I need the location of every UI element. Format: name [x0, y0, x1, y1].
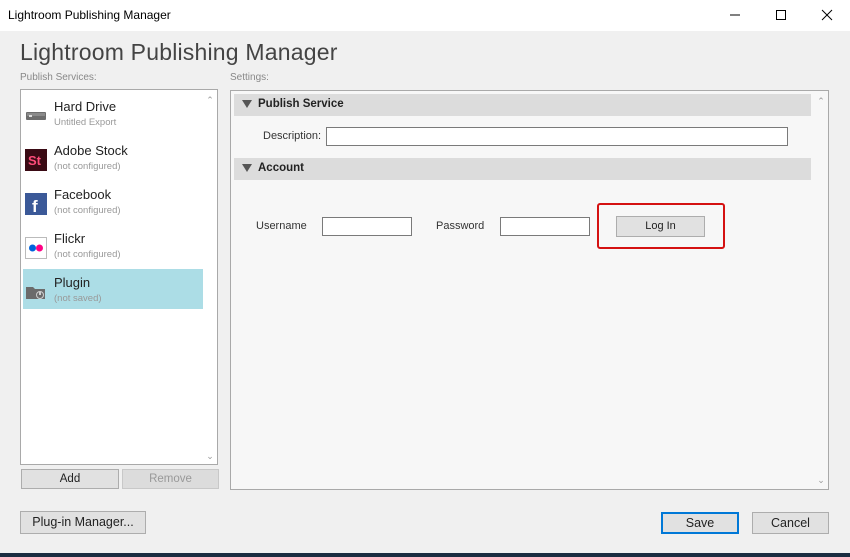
password-field[interactable] [500, 217, 590, 236]
svg-text:f: f [32, 197, 38, 215]
service-name: Adobe Stock [54, 143, 128, 158]
collapse-triangle-icon [242, 100, 252, 108]
window-title: Lightroom Publishing Manager [8, 8, 171, 22]
service-item-flickr[interactable]: Flickr (not configured) [23, 225, 203, 265]
cancel-button[interactable]: Cancel [752, 512, 829, 534]
service-item-facebook[interactable]: f Facebook (not configured) [23, 181, 203, 221]
facebook-icon: f [25, 193, 47, 216]
settings-panel: Publish Service Description: Account Use… [230, 90, 829, 490]
save-button[interactable]: Save [661, 512, 739, 534]
minimize-icon [730, 14, 740, 16]
description-label: Description: [263, 130, 322, 142]
flickr-icon [25, 237, 47, 259]
log-in-button[interactable]: Log In [616, 216, 705, 237]
service-name: Flickr [54, 231, 86, 246]
maximize-button[interactable] [758, 0, 804, 31]
publish-services-list[interactable]: Hard Drive Untitled Export St Adobe Stoc… [20, 89, 218, 465]
account-heading: Account [258, 162, 304, 174]
username-field[interactable] [322, 217, 412, 236]
publish-service-group-header[interactable]: Publish Service [234, 94, 811, 116]
service-status: Untitled Export [54, 117, 117, 128]
plugin-folder-icon [25, 281, 47, 303]
svg-text:St: St [28, 153, 42, 168]
account-group-header[interactable]: Account [234, 158, 811, 180]
scroll-up-icon[interactable]: ⌃ [204, 95, 216, 105]
scroll-up-icon[interactable]: ⌃ [815, 96, 827, 106]
hard-drive-icon [25, 105, 47, 127]
service-item-plugin[interactable]: Plugin (not saved) [23, 269, 203, 309]
plugin-manager-button[interactable]: Plug-in Manager... [20, 511, 146, 534]
close-icon [821, 9, 833, 21]
password-label: Password [436, 220, 485, 232]
scroll-down-icon[interactable]: ⌄ [815, 475, 827, 485]
service-status: (not configured) [54, 205, 121, 216]
minimize-button[interactable] [712, 0, 758, 31]
adobe-stock-icon: St [25, 149, 47, 171]
service-name: Plugin [54, 275, 91, 290]
service-item-adobe-stock[interactable]: St Adobe Stock (not configured) [23, 137, 203, 177]
service-status: (not saved) [54, 293, 102, 304]
username-label: Username [256, 220, 307, 232]
dialog-title: Lightroom Publishing Manager [20, 39, 338, 65]
service-status: (not configured) [54, 249, 121, 260]
service-name: Facebook [54, 187, 112, 202]
description-field[interactable] [326, 127, 788, 146]
service-name: Hard Drive [54, 99, 117, 114]
taskbar-edge [0, 553, 850, 557]
service-status: (not configured) [54, 161, 121, 172]
settings-label: Settings: [230, 72, 269, 83]
scroll-down-icon[interactable]: ⌄ [204, 451, 216, 461]
add-service-button[interactable]: Add [21, 469, 119, 489]
publish-service-heading: Publish Service [258, 98, 344, 110]
window-titlebar: Lightroom Publishing Manager [0, 0, 850, 31]
remove-service-button[interactable]: Remove [122, 469, 219, 489]
maximize-icon [776, 10, 786, 20]
collapse-triangle-icon [242, 164, 252, 172]
publish-services-label: Publish Services: [20, 72, 97, 83]
close-button[interactable] [804, 0, 850, 31]
service-item-hard-drive[interactable]: Hard Drive Untitled Export [23, 93, 203, 133]
